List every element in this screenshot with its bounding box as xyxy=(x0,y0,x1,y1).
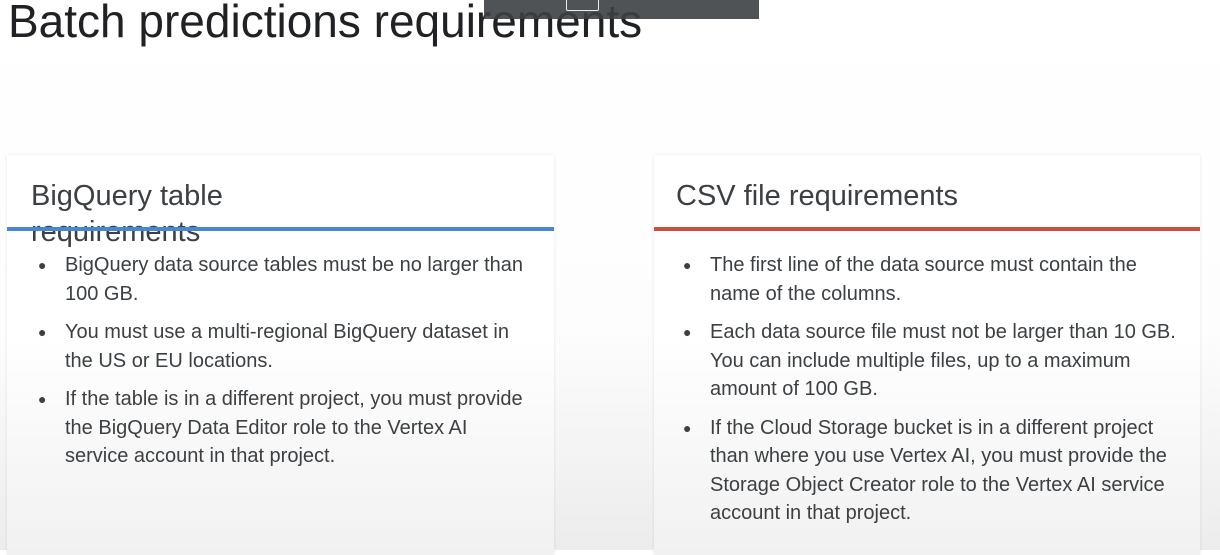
list-item: ● Each data source file must not be larg… xyxy=(680,318,1185,404)
bullet-text: The first line of the data source must c… xyxy=(710,254,1137,305)
card-divider-red xyxy=(654,227,1200,231)
card-title-csv: CSV file requirements xyxy=(676,180,959,212)
csv-bullet-list: ● The first line of the data source must… xyxy=(680,251,1185,538)
player-overlay-bar xyxy=(484,0,759,19)
bigquery-requirements-card: BigQuery table requirements ● BigQuery d… xyxy=(7,155,554,555)
bullet-text: If the Cloud Storage bucket is in a diff… xyxy=(710,416,1167,525)
bullet-icon: ● xyxy=(38,324,47,340)
bullet-text: If the table is in a different project, … xyxy=(65,388,523,467)
list-item: ● You must use a multi-regional BigQuery… xyxy=(35,318,530,375)
list-item: ● BigQuery data source tables must be no… xyxy=(35,251,530,308)
bullet-icon: ● xyxy=(38,391,47,407)
bigquery-bullet-list: ● BigQuery data source tables must be no… xyxy=(35,251,530,481)
bullet-icon: ● xyxy=(38,257,47,273)
bullet-icon: ● xyxy=(683,257,692,273)
bullet-text: Each data source file must not be larger… xyxy=(710,321,1176,400)
list-item: ● If the table is in a different project… xyxy=(35,385,530,471)
bullet-icon: ● xyxy=(683,324,692,340)
card-title-bigquery: BigQuery table requirements xyxy=(31,180,223,248)
bullet-text: BigQuery data source tables must be no l… xyxy=(65,254,524,305)
bullet-icon: ● xyxy=(683,419,692,436)
list-item: ● If the Cloud Storage bucket is in a di… xyxy=(680,414,1185,528)
csv-requirements-card: CSV file requirements ● The first line o… xyxy=(654,155,1200,555)
card-divider-blue xyxy=(7,227,554,231)
bullet-text: You must use a multi-regional BigQuery d… xyxy=(65,321,509,372)
overlay-box xyxy=(566,0,599,11)
list-item: ● The first line of the data source must… xyxy=(680,251,1185,308)
